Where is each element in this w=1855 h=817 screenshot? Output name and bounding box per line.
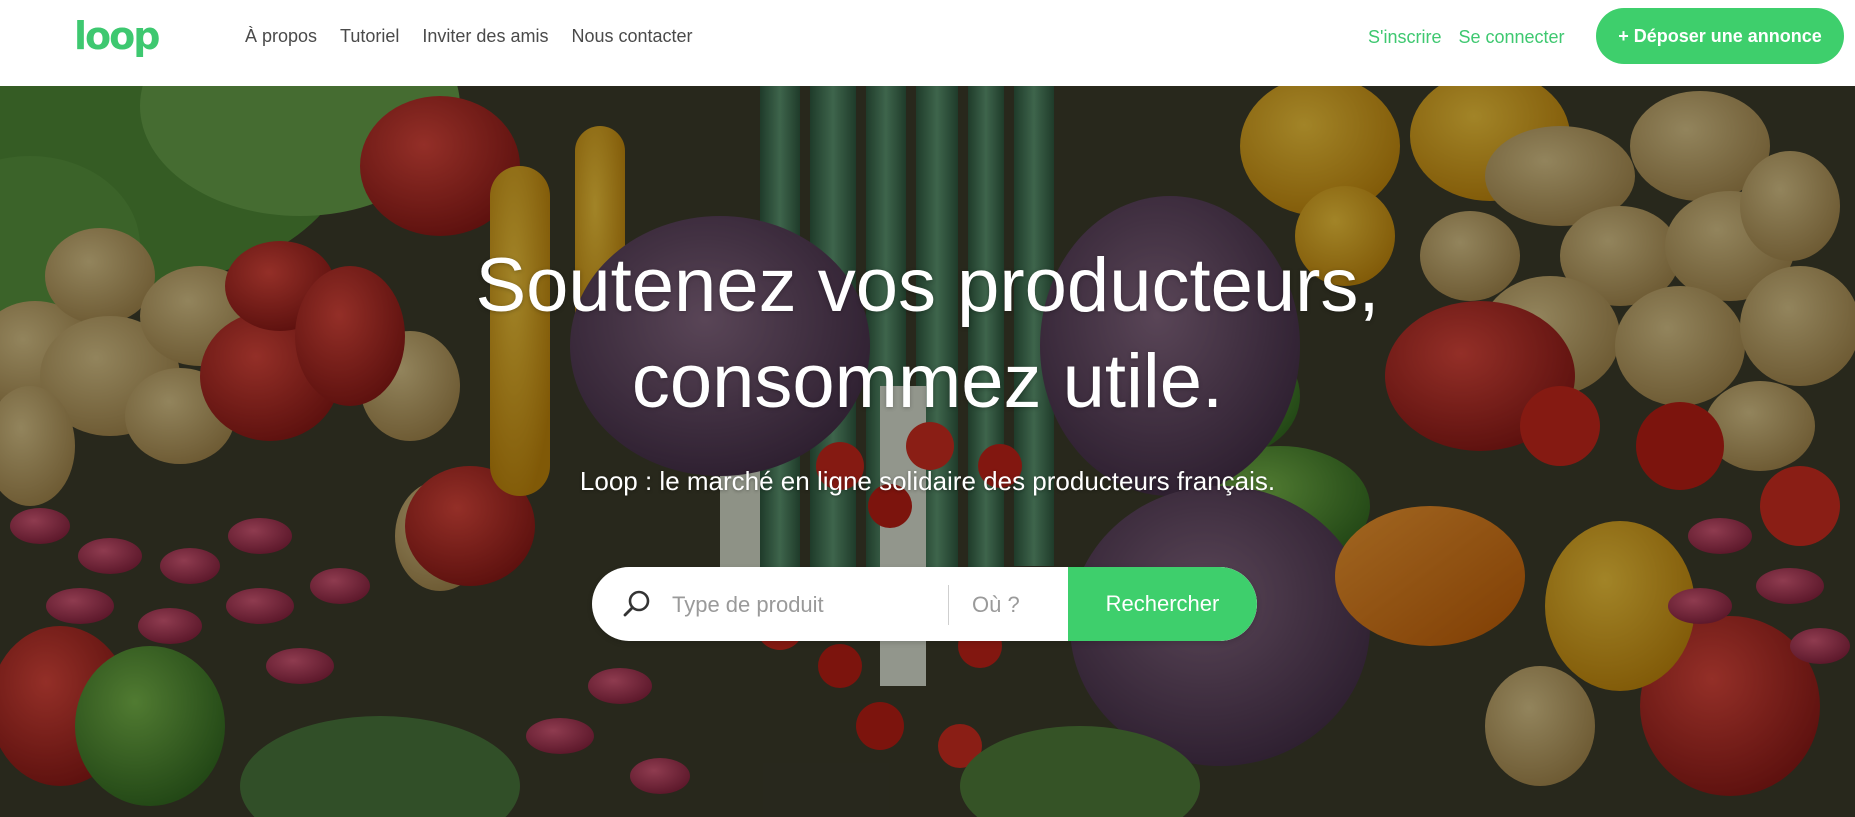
post-listing-button[interactable]: + Déposer une annonce [1596,8,1844,64]
login-link[interactable]: Se connecter [1458,25,1564,49]
auth-links: S'inscrire Se connecter [1368,25,1582,49]
search-bar: Rechercher [592,567,1257,641]
hero-section: Soutenez vos producteurs, consommez util… [0,86,1855,817]
hero-title-line2: consommez utile. [631,339,1224,424]
nav-item-invite-friends[interactable]: Inviter des amis [422,24,548,48]
hero-overlay [0,86,1855,817]
logo-text: loop [74,14,160,58]
signup-link[interactable]: S'inscrire [1368,25,1441,49]
search-button[interactable]: Rechercher [1068,567,1257,641]
nav-item-contact[interactable]: Nous contacter [571,24,692,48]
hero-title-line1: Soutenez vos producteurs, [475,243,1380,328]
loop-logo[interactable]: loop [74,12,160,60]
site-header: loop À propos Tutoriel Inviter des amis … [0,0,1855,86]
nav-item-tutorial[interactable]: Tutoriel [340,24,399,48]
product-type-input[interactable] [670,567,934,641]
hero-subtitle: Loop : le marché en ligne solidaire des … [579,466,1276,496]
search-divider [948,585,949,625]
nav-item-about[interactable]: À propos [245,24,317,48]
search-icon [623,590,650,617]
main-nav: À propos Tutoriel Inviter des amis Nous … [245,24,716,48]
location-input[interactable] [970,567,1084,641]
